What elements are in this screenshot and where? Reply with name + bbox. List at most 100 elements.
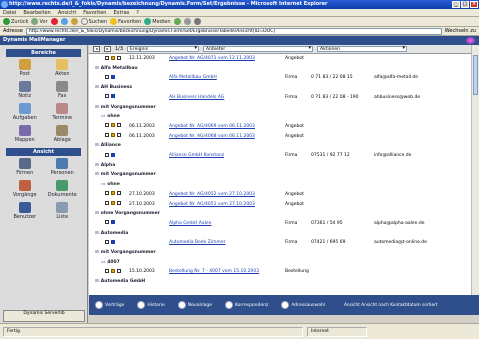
print-button[interactable]: [193, 18, 201, 25]
history-button[interactable]: [173, 18, 181, 25]
sidebar-item-liste[interactable]: Liste: [44, 202, 82, 221]
folder-icon[interactable]: ▭: [101, 260, 105, 265]
group-row[interactable]: ⊟ Alpha: [89, 162, 469, 169]
sidebar-item-benutzer[interactable]: Benutzer: [6, 202, 44, 221]
document-link[interactable]: Angebot Nr. AG/4068 vom 06.11.2003: [169, 133, 255, 140]
menu-item-1[interactable]: Bearbeiten: [23, 10, 50, 16]
checkbox-icon[interactable]: [105, 152, 109, 157]
action-adressauswahl[interactable]: Adressauswahl: [281, 301, 325, 309]
expand-minus-icon[interactable]: ⊟: [95, 163, 99, 168]
sidebar-item-aufgaben[interactable]: Aufgaben: [6, 103, 44, 122]
expand-minus-icon[interactable]: ⊟: [95, 105, 99, 110]
expand-minus-icon[interactable]: ⊟: [95, 66, 99, 71]
sidebar-item-personen[interactable]: Personen: [44, 158, 82, 177]
address-input[interactable]: http://www.rechts.de/l_&_fokis/Dynamis/b…: [25, 27, 442, 35]
action-neuanlage[interactable]: Neuanlage: [177, 301, 212, 309]
minimize-button[interactable]: _: [452, 1, 460, 8]
sidebar-item-mappen[interactable]: Mappen: [6, 125, 44, 144]
group-row[interactable]: ⊟ Automedia: [89, 230, 469, 237]
actions-select[interactable]: Aktionen: [317, 46, 408, 52]
group-row[interactable]: ⊟ Automedia GmbH: [89, 278, 469, 285]
sidebar-item-akten[interactable]: Akten: [44, 59, 82, 78]
expand-minus-icon[interactable]: ⊟: [95, 279, 99, 284]
group-row[interactable]: ⊟ AH Business: [89, 84, 469, 91]
checkbox-icon[interactable]: [105, 220, 109, 225]
subgroup-row[interactable]: ▭ ohne: [89, 181, 469, 188]
menu-item-4[interactable]: Extras: [113, 10, 129, 16]
contact-email[interactable]: info@alliance.de: [374, 152, 411, 159]
checkbox-icon[interactable]: [105, 55, 109, 60]
subgroup-row[interactable]: ▭ 4007: [89, 259, 469, 266]
next-page-button[interactable]: ▸: [104, 46, 111, 52]
document-link[interactable]: Angebot Nr. AG/4071 vom 12.11.2003: [169, 55, 255, 62]
go-button[interactable]: Wechseln zu: [445, 28, 476, 34]
contact-link[interactable]: Alliance GmbH Konstanz: [169, 152, 224, 159]
contact-email[interactable]: ahbusiness@web.de: [374, 94, 420, 101]
checkbox-icon[interactable]: [105, 133, 109, 138]
group-row[interactable]: ⊟ mit Vorgangsnummer: [89, 249, 469, 256]
document-link[interactable]: Angebot Nr. AG/4052 vom 27.10.2003: [169, 191, 255, 198]
menu-item-2[interactable]: Ansicht: [58, 10, 76, 16]
sidebar-item-termine[interactable]: Termine: [44, 103, 82, 122]
event-select[interactable]: Ereignis: [127, 46, 200, 52]
favorites-button[interactable]: Favoriten: [110, 18, 141, 25]
menu-item-5[interactable]: ?: [136, 10, 139, 16]
document-link[interactable]: Angebot Nr. AG/4069 vom 06.11.2003: [169, 123, 255, 130]
contact-email[interactable]: automedia@t-online.de: [374, 239, 427, 246]
folder-icon[interactable]: ▭: [101, 114, 105, 119]
contact-link[interactable]: Alpha GmbH Aalen: [169, 220, 211, 227]
expand-minus-icon[interactable]: ⊟: [95, 250, 99, 255]
forward-button[interactable]: Vor: [31, 18, 48, 25]
stop-button[interactable]: [50, 18, 58, 25]
group-row[interactable]: ⊟ ohne Vorgangsnummer: [89, 210, 469, 217]
menu-item-3[interactable]: Favoriten: [83, 10, 106, 16]
sidebar-item-post[interactable]: Post: [6, 59, 44, 78]
checkbox-icon[interactable]: [105, 268, 109, 273]
expand-minus-icon[interactable]: ⊟: [95, 231, 99, 236]
group-row[interactable]: ⊟ Alfa Metallbau: [89, 65, 469, 72]
subgroup-row[interactable]: ▭ ohne: [89, 113, 469, 120]
expand-minus-icon[interactable]: ⊟: [95, 211, 99, 216]
folder-icon[interactable]: ▭: [101, 182, 105, 187]
action-historie[interactable]: Historie: [137, 301, 165, 309]
contact-link[interactable]: Alfa Metallbau GmbH: [169, 74, 217, 81]
checkbox-icon[interactable]: [105, 74, 109, 79]
contact-link[interactable]: AH Business Handels AG: [169, 94, 224, 101]
document-link[interactable]: Bestellung Nr. 7 - 4007 vom 15.10.2003: [169, 268, 259, 275]
media-button[interactable]: Medien: [144, 18, 171, 25]
checkbox-icon[interactable]: [105, 123, 109, 128]
sidebar-item-notiz[interactable]: Notiz: [6, 81, 44, 100]
close-button[interactable]: ×: [470, 1, 478, 8]
home-button[interactable]: [70, 18, 78, 25]
vertical-scrollbar[interactable]: [471, 45, 479, 295]
expand-minus-icon[interactable]: ⊟: [95, 85, 99, 90]
document-link[interactable]: Angebot Nr. AG/4051 vom 27.10.2003: [169, 201, 255, 208]
checkbox-icon[interactable]: [105, 94, 109, 99]
checkbox-icon[interactable]: [105, 191, 109, 196]
sidebar-item-dokumente[interactable]: Dokumente: [44, 180, 82, 199]
back-button[interactable]: Zurück: [3, 18, 28, 25]
search-button[interactable]: Suchen: [80, 18, 107, 25]
expand-minus-icon[interactable]: ⊟: [95, 172, 99, 177]
group-row[interactable]: ⊟ Alliance: [89, 142, 469, 149]
provider-select[interactable]: Anbieter: [203, 46, 314, 52]
sidebar-item-ablage[interactable]: Ablage: [44, 125, 82, 144]
prev-page-button[interactable]: ◂: [93, 46, 100, 52]
sidebar-item-fax[interactable]: Fax: [44, 81, 82, 100]
checkbox-icon[interactable]: [105, 201, 109, 205]
expand-minus-icon[interactable]: ⊟: [95, 143, 99, 148]
mail-button[interactable]: [183, 18, 191, 25]
sidebar-item-vorgänge[interactable]: Vorgänge: [6, 180, 44, 199]
maximize-button[interactable]: □: [461, 1, 469, 8]
scroll-thumb[interactable]: [473, 55, 478, 95]
menu-item-0[interactable]: Datei: [3, 10, 16, 16]
group-row[interactable]: ⊟ mit Vorgangsnummer: [89, 104, 469, 111]
contact-link[interactable]: Automedia Bodo Zimmer: [169, 239, 226, 246]
contact-email[interactable]: alfa@alfa-metall.de: [374, 74, 418, 81]
sidebar-item-firmen[interactable]: Firmen: [6, 158, 44, 177]
refresh-button[interactable]: [60, 18, 68, 25]
action-vorträge[interactable]: Vorträge: [95, 301, 124, 309]
group-row[interactable]: ⊟ mit Vorgangsnummer: [89, 171, 469, 178]
checkbox-icon[interactable]: [105, 239, 109, 244]
contact-email[interactable]: alpha@alpha-aalen.de: [374, 220, 425, 227]
